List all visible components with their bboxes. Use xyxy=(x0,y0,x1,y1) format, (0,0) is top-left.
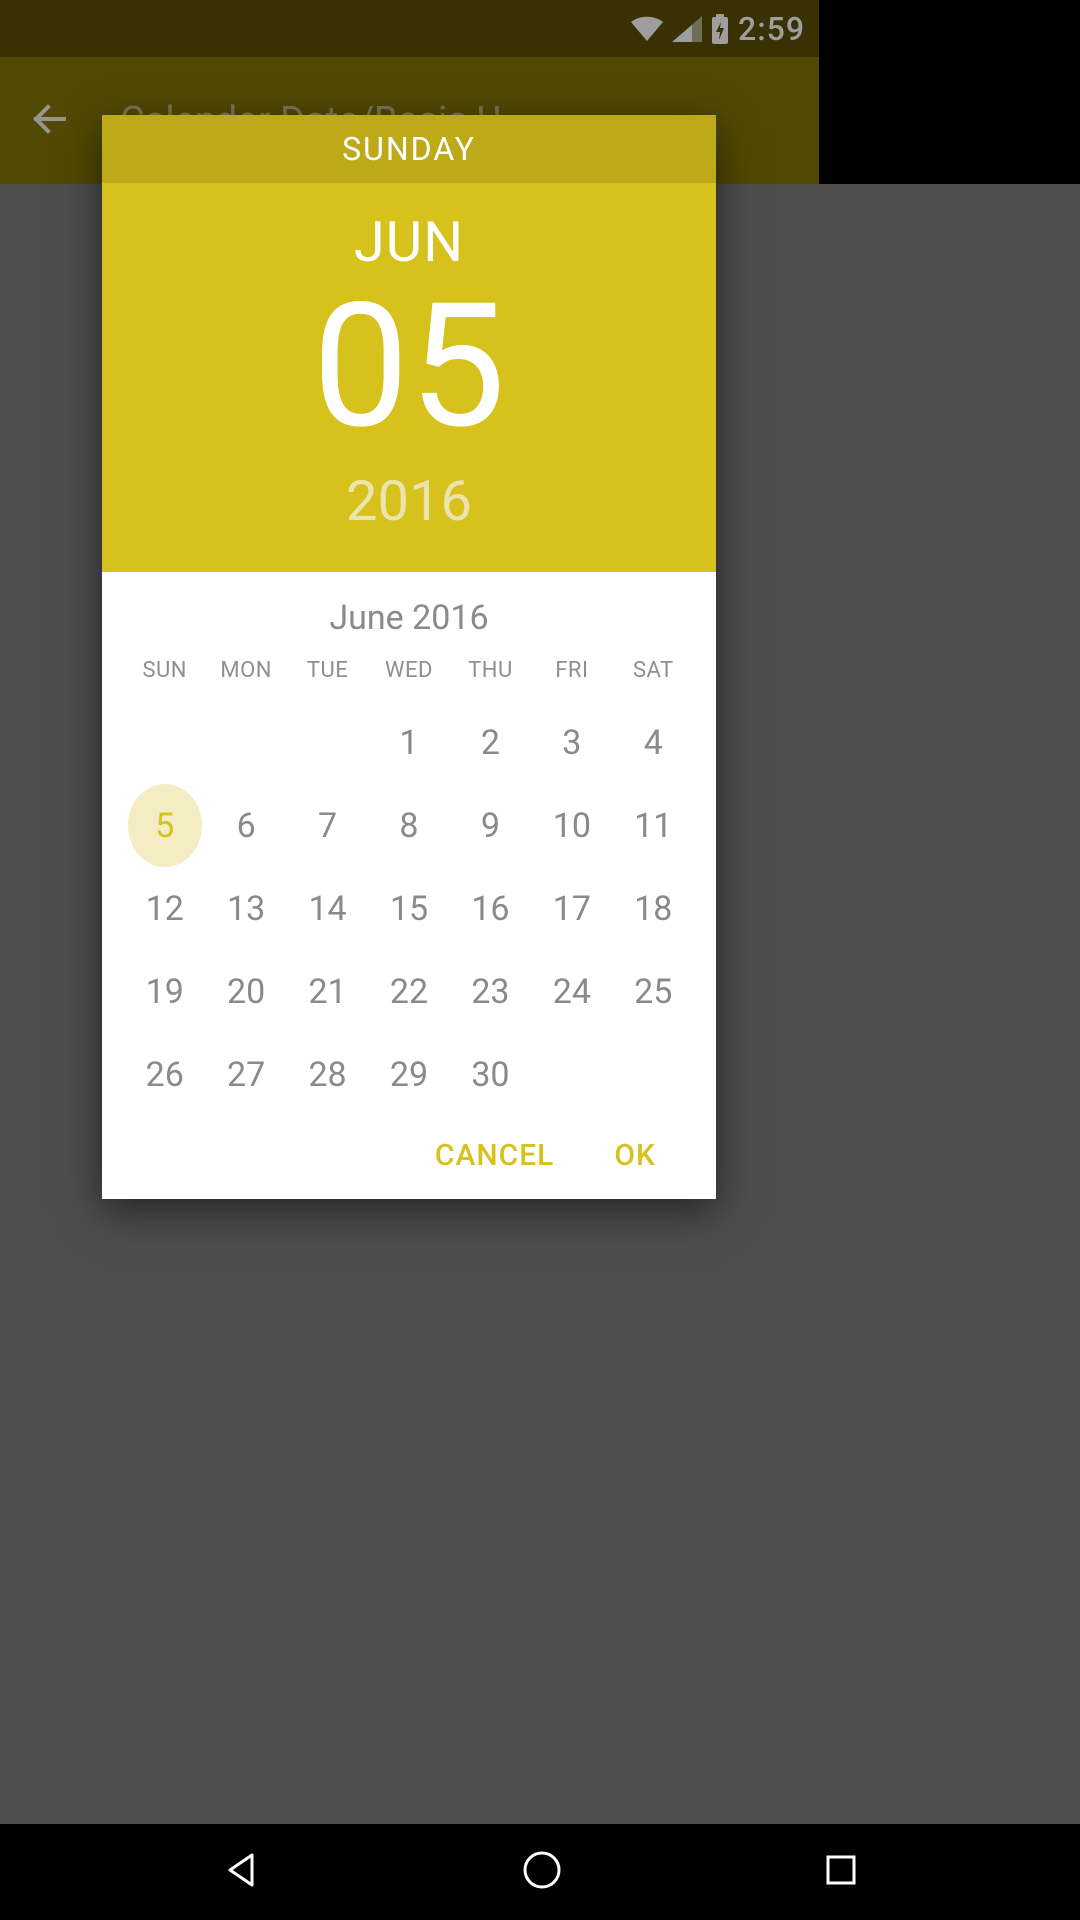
calendar-day-cell[interactable]: 14 xyxy=(291,867,365,950)
ok-button[interactable]: OK xyxy=(614,1138,656,1173)
calendar-blank-cell xyxy=(128,701,202,784)
navigation-bar xyxy=(0,1824,1080,1920)
calendar-day-cell[interactable]: 16 xyxy=(453,867,527,950)
calendar-day-grid: 1234567891011121314151617181920212223242… xyxy=(124,701,694,1116)
calendar-day-cell[interactable]: 30 xyxy=(453,1033,527,1116)
weekday-label: WED xyxy=(385,652,433,701)
nav-home-icon[interactable] xyxy=(519,1847,565,1897)
calendar-day-cell[interactable]: 17 xyxy=(535,867,609,950)
calendar-day-cell[interactable]: 29 xyxy=(372,1033,446,1116)
weekday-label: THU xyxy=(468,652,513,701)
calendar-day-cell[interactable]: 18 xyxy=(616,867,690,950)
calendar-day-cell[interactable]: 26 xyxy=(128,1033,202,1116)
selected-day-number: 05 xyxy=(102,279,716,454)
calendar-day-cell[interactable]: 8 xyxy=(372,784,446,867)
nav-recent-icon[interactable] xyxy=(820,1849,862,1895)
calendar-day-cell[interactable]: 11 xyxy=(616,784,690,867)
date-picker-dialog: SUNDAY JUN 05 2016 June 2016 SUN MON TUE WE… xyxy=(102,115,716,1199)
nav-back-icon[interactable] xyxy=(218,1847,264,1897)
calendar-day-cell[interactable]: 15 xyxy=(372,867,446,950)
weekday-label: FRI xyxy=(555,652,588,701)
calendar-blank-cell xyxy=(291,701,365,784)
calendar-day-cell[interactable]: 7 xyxy=(291,784,365,867)
calendar-day-cell[interactable]: 27 xyxy=(209,1033,283,1116)
dialog-actions: CANCEL OK xyxy=(102,1116,716,1199)
calendar-day-cell[interactable]: 2 xyxy=(453,701,527,784)
calendar-day-cell[interactable]: 3 xyxy=(535,701,609,784)
calendar-day-cell[interactable]: 5 xyxy=(128,784,202,867)
calendar-day-cell[interactable]: 20 xyxy=(209,950,283,1033)
cancel-button[interactable]: CANCEL xyxy=(435,1138,555,1173)
weekday-label: SAT xyxy=(633,652,674,701)
calendar-day-cell[interactable]: 19 xyxy=(128,950,202,1033)
calendar-day-cell[interactable]: 24 xyxy=(535,950,609,1033)
date-picker-header[interactable]: JUN 05 2016 xyxy=(102,183,716,572)
calendar-day-cell[interactable]: 9 xyxy=(453,784,527,867)
calendar-day-cell[interactable]: 4 xyxy=(616,701,690,784)
calendar-day-cell[interactable]: 28 xyxy=(291,1033,365,1116)
calendar-day-cell[interactable]: 22 xyxy=(372,950,446,1033)
weekday-label: SUN xyxy=(142,652,187,701)
weekday-label: TUE xyxy=(307,652,348,701)
calendar-day-cell[interactable]: 25 xyxy=(616,950,690,1033)
calendar-day-cell[interactable]: 23 xyxy=(453,950,527,1033)
calendar-day-cell[interactable]: 10 xyxy=(535,784,609,867)
selected-year[interactable]: 2016 xyxy=(102,468,716,534)
selected-day-name-bar: SUNDAY xyxy=(102,115,716,183)
calendar-blank-cell xyxy=(209,701,283,784)
calendar-day-cell[interactable]: 6 xyxy=(209,784,283,867)
calendar-day-cell[interactable]: 21 xyxy=(291,950,365,1033)
selected-day-name: SUNDAY xyxy=(342,130,476,168)
calendar-day-cell[interactable]: 13 xyxy=(209,867,283,950)
weekday-label: MON xyxy=(220,652,272,701)
calendar-day-cell[interactable]: 1 xyxy=(372,701,446,784)
calendar-month-title: June 2016 xyxy=(124,598,694,638)
weekday-header-row: SUN MON TUE WED THU FRI SAT xyxy=(124,652,694,701)
calendar-day-cell[interactable]: 12 xyxy=(128,867,202,950)
